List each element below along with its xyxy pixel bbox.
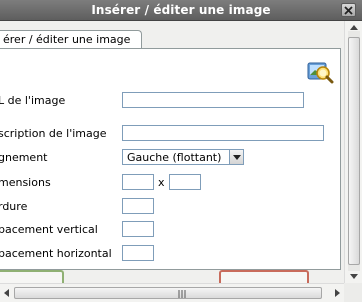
scroll-left-icon[interactable] — [4, 289, 9, 297]
border-label: rdure — [0, 200, 28, 213]
vertical-scrollbar[interactable] — [344, 21, 362, 283]
scroll-up-icon[interactable] — [350, 25, 358, 30]
alignment-label: gnement — [0, 151, 48, 164]
browse-image-button[interactable] — [306, 59, 334, 85]
description-input[interactable] — [122, 125, 324, 141]
tab-general[interactable]: érer / éditer une image — [0, 30, 142, 49]
hspace-input[interactable] — [122, 245, 154, 261]
border-input[interactable] — [122, 198, 154, 214]
vspace-input[interactable] — [122, 221, 154, 237]
scroll-grip-icon — [178, 290, 186, 299]
vertical-scroll-thumb[interactable] — [348, 37, 360, 265]
scroll-down-icon[interactable] — [350, 274, 358, 279]
url-input[interactable] — [122, 92, 304, 108]
browse-image-icon — [307, 62, 334, 84]
scroll-right-icon[interactable] — [335, 289, 340, 297]
height-input[interactable] — [169, 174, 201, 190]
horizontal-scrollbar[interactable] — [0, 283, 344, 302]
chevron-down-icon — [233, 155, 241, 160]
horizontal-scroll-thumb[interactable] — [14, 287, 322, 299]
dimensions-separator: x — [158, 176, 165, 189]
vspace-label: pacement vertical — [0, 223, 98, 236]
close-button[interactable] — [341, 3, 356, 17]
tab-panel: L de l'image scription de l'image gnemen… — [0, 48, 341, 270]
alignment-select[interactable]: Gauche (flottant) — [122, 149, 244, 165]
window-titlebar: Insérer / éditer une image — [0, 0, 362, 21]
dropdown-button[interactable] — [229, 150, 243, 164]
scroll-corner — [344, 283, 362, 302]
window-title: Insérer / éditer une image — [91, 3, 271, 17]
close-icon — [344, 6, 353, 15]
width-input[interactable] — [122, 174, 154, 190]
hspace-label: pacement horizontal — [0, 247, 112, 260]
alignment-value: Gauche (flottant) — [127, 151, 222, 164]
dimensions-label: mensions — [0, 176, 51, 189]
description-label: scription de l'image — [0, 127, 107, 140]
tab-label: érer / éditer une image — [3, 33, 131, 46]
url-label: L de l'image — [0, 94, 66, 107]
